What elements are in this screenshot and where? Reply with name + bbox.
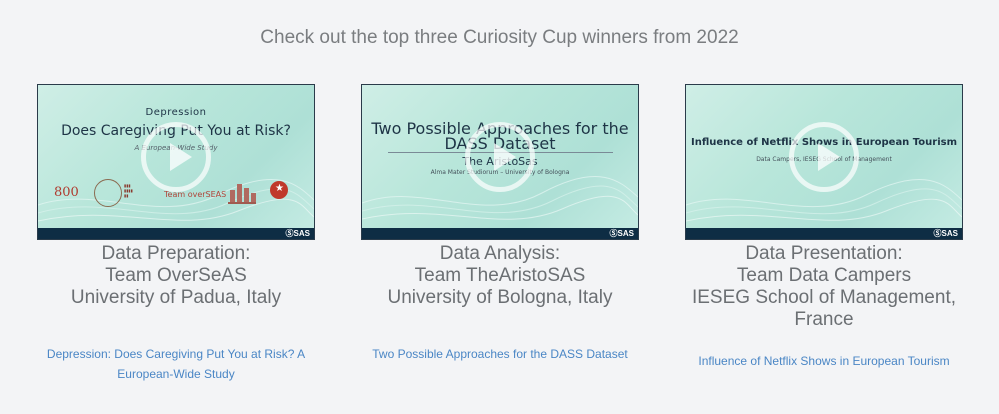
section-heading: Check out the top three Curiosity Cup wi… [260, 27, 739, 48]
video-thumbnail[interactable]: Depression Does Caregiving Put You at Ri… [37, 84, 315, 240]
caption-school: University of Bologna, Italy [387, 287, 613, 308]
paper-link[interactable]: Depression: Does Caregiving Put You at R… [37, 344, 315, 384]
paper-link[interactable]: Influence of Netflix Shows in European T… [685, 351, 963, 371]
thumbnail-footer-bar [38, 228, 314, 239]
slide-title: Depression [145, 107, 207, 118]
winner-card-3: Influence of Netflix Shows in European T… [685, 84, 963, 368]
university-mark-icon: ▮▮▮ ▮▮▮▮ ▮▮ [124, 183, 133, 198]
caption-category: Data Analysis: [439, 243, 561, 264]
video-thumbnail[interactable]: Influence of Netflix Shows in European T… [685, 84, 963, 240]
winner-card-1: Depression Does Caregiving Put You at Ri… [37, 84, 315, 381]
paper-link[interactable]: Two Possible Approaches for the DASS Dat… [361, 344, 639, 364]
caption-country: France [794, 309, 854, 330]
logo-800: 800 [54, 185, 79, 200]
winner-card-2: Two Possible Approaches for the DASS Dat… [361, 84, 639, 361]
caption-team: Team Data Campers [736, 265, 912, 286]
card-caption: Data Analysis: Team TheAristoSAS Univers… [361, 243, 639, 309]
caption-school: IESEG School of Management, [691, 287, 957, 308]
caption-school: University of Padua, Italy [70, 287, 282, 308]
caption-team: Team TheAristoSAS [414, 265, 586, 286]
caption-category: Data Presentation: [745, 243, 903, 264]
video-thumbnail[interactable]: Two Possible Approaches for the DASS Dat… [361, 84, 639, 240]
play-icon[interactable] [141, 122, 211, 192]
card-caption: Data Presentation: Team Data Campers IES… [685, 243, 963, 331]
sas-logo: ⓈSAS [933, 229, 958, 238]
thumbnail-footer-bar [362, 228, 638, 239]
caption-category: Data Preparation: [101, 243, 251, 264]
building-icon [228, 180, 256, 204]
star-icon: ★ [275, 183, 284, 194]
play-icon[interactable] [789, 122, 859, 192]
caption-team: Team OverSeAS [105, 265, 247, 286]
play-icon[interactable] [465, 122, 535, 192]
card-caption: Data Preparation: Team OverSeAS Universi… [37, 243, 315, 309]
sas-logo: ⓈSAS [609, 229, 634, 238]
thumbnail-footer-bar [686, 228, 962, 239]
sas-logo: ⓈSAS [285, 229, 310, 238]
university-seal-icon [94, 179, 122, 207]
